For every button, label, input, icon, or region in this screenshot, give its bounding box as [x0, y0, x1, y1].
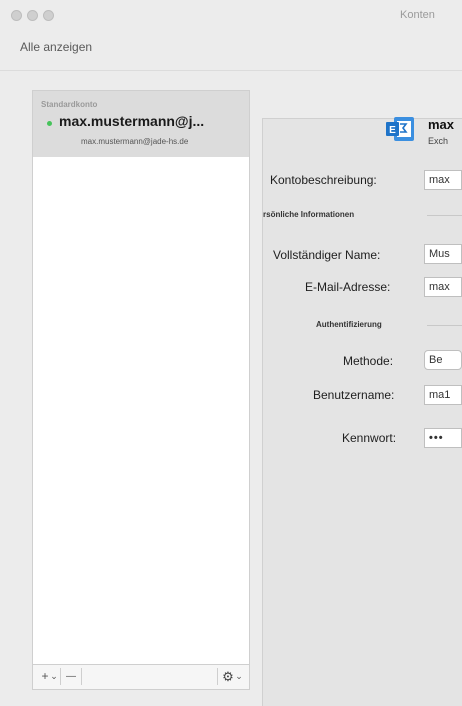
show-all-button[interactable]: Alle anzeigen [20, 40, 92, 54]
password-label: Kennwort: [342, 431, 397, 445]
username-label: Benutzername: [313, 388, 395, 402]
account-email: max.mustermann@jade-hs.de [81, 137, 189, 146]
fullname-label: Vollständiger Name: [273, 248, 381, 262]
section-divider [427, 325, 462, 326]
gear-icon[interactable]: ⚙ [222, 669, 234, 684]
sidebar-group-header: Standardkonto [41, 100, 98, 109]
email-field[interactable]: max [424, 277, 462, 297]
add-menu-chevron-icon[interactable]: ⌄ [50, 669, 58, 684]
button-divider [81, 668, 82, 685]
window-title: Konten [400, 9, 435, 21]
method-label: Methode: [343, 354, 394, 368]
exchange-icon: E [386, 117, 414, 141]
description-label: Kontobeschreibung: [270, 173, 377, 187]
account-list-item[interactable]: Standardkonto max.mustermann@j... max.mu… [33, 91, 249, 157]
settings-menu-chevron-icon[interactable]: ⌄ [235, 669, 243, 684]
button-divider [60, 668, 61, 685]
email-label: E-Mail-Adresse: [305, 280, 391, 294]
online-status-icon [47, 121, 52, 126]
svg-text:E: E [389, 125, 396, 136]
zoom-window-button[interactable] [43, 10, 54, 21]
close-window-button[interactable] [11, 10, 22, 21]
remove-account-button[interactable]: — [64, 669, 78, 684]
password-field[interactable]: ••• [424, 428, 462, 448]
accounts-sidebar: Standardkonto max.mustermann@j... max.mu… [32, 90, 250, 690]
toolbar-divider [0, 70, 462, 71]
account-name: max.mustermann@j... [59, 113, 205, 129]
title-bar: Konten Alle anzeigen [0, 0, 462, 62]
personal-info-section-title: rsönliche Informationen [263, 210, 355, 219]
detail-account-name: max [428, 117, 455, 132]
sidebar-toolbar: + ⌄ — ⚙ ⌄ [33, 664, 249, 689]
section-divider [427, 215, 462, 216]
detail-account-type: Exch [428, 136, 449, 146]
fullname-field[interactable]: Mus [424, 244, 462, 264]
description-field[interactable]: max [424, 170, 462, 190]
authentication-section-title: Authentifizierung [316, 320, 382, 329]
button-divider [217, 668, 218, 685]
account-detail-panel [262, 118, 462, 706]
method-select[interactable]: Be [424, 350, 462, 370]
username-field[interactable]: ma1 [424, 385, 462, 405]
minimize-window-button[interactable] [27, 10, 38, 21]
